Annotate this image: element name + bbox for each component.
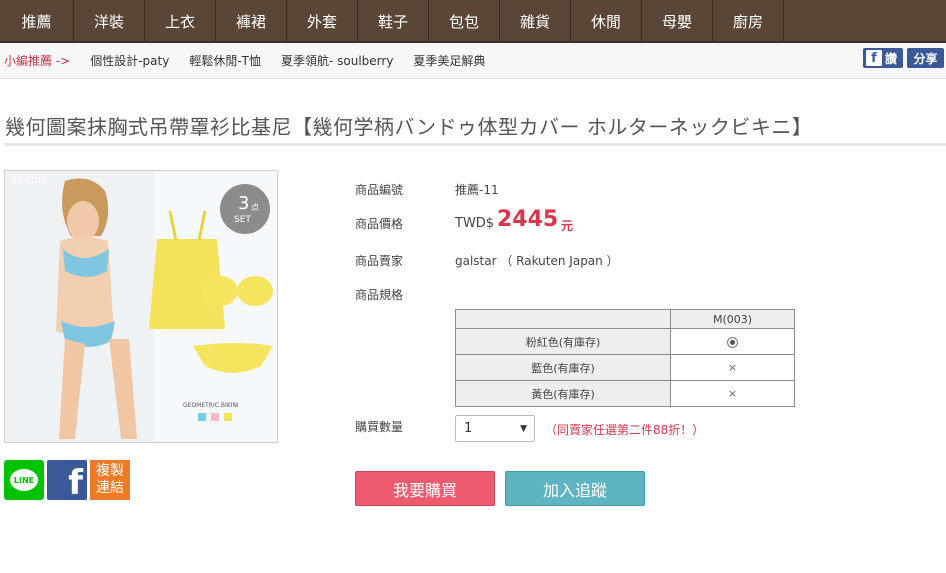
product-image[interactable]: Re:EDIT 3 点 SET GEOMETRIC BIKINI xyxy=(4,170,278,443)
option-table: M(003) 粉紅色(有庫存) 藍色(有庫存) × 黃色(有庫存) × xyxy=(455,309,795,407)
quantity-value: 1 xyxy=(464,421,473,436)
facebook-like-label: 讚 xyxy=(885,51,898,66)
add-to-watchlist-button[interactable]: 加入追蹤 xyxy=(505,471,645,506)
editor-pick-link[interactable]: 夏季領航- soulberry xyxy=(281,52,393,69)
brand-logo: Re:EDIT xyxy=(11,176,47,186)
nav-item-pants-skirts[interactable]: 褲裙 xyxy=(216,0,287,43)
unavailable-mark: × xyxy=(670,380,795,407)
title-divider xyxy=(5,143,946,146)
product-code-label: 商品編號 xyxy=(355,183,404,197)
nav-item-leisure[interactable]: 休閒 xyxy=(571,0,642,43)
color-option-label: 藍色(有庫存) xyxy=(455,354,671,381)
facebook-buttons: f 讚 分享 xyxy=(863,48,944,68)
facebook-like-button[interactable]: f 讚 xyxy=(863,48,903,68)
social-share-row: LINE f 複製 連結 xyxy=(4,460,130,500)
seller-label: 商品賣家 xyxy=(355,254,404,268)
editor-pick-link[interactable]: 輕鬆休閒-T恤 xyxy=(189,52,261,69)
price-unit: 元 xyxy=(561,219,574,233)
editor-pick-link[interactable]: 個性設計-paty xyxy=(90,52,169,69)
table-row: 粉紅色(有庫存) xyxy=(455,328,795,355)
dropdown-arrow-icon: ▼ xyxy=(520,424,527,434)
editor-picks-label: 小編推薦 -> xyxy=(4,54,71,68)
nav-item-goods[interactable]: 雜貨 xyxy=(500,0,571,43)
nav-item-shoes[interactable]: 鞋子 xyxy=(358,0,429,43)
nav-item-mother-baby[interactable]: 母嬰 xyxy=(642,0,713,43)
product-code-value: 推薦-11 xyxy=(455,183,499,197)
nav-item-outerwear[interactable]: 外套 xyxy=(287,0,358,43)
table-row: 藍色(有庫存) × xyxy=(455,354,795,381)
set-badge-number: 3 xyxy=(238,193,249,214)
top-nav: 推薦 洋裝 上衣 褲裙 外套 鞋子 包包 雜貨 休閒 母嬰 廚房 xyxy=(0,0,946,43)
price-value: 2445 xyxy=(497,207,559,232)
option-cell[interactable] xyxy=(670,328,795,355)
promo-text: （同賣家任選第二件88折！） xyxy=(545,423,705,437)
line-share-button[interactable]: LINE xyxy=(4,460,44,500)
size-column-header: M(003) xyxy=(670,309,795,329)
facebook-share-icon[interactable]: f xyxy=(47,460,87,500)
selected-radio-icon[interactable] xyxy=(727,336,738,348)
spec-label: 商品規格 xyxy=(355,288,404,302)
color-option-label: 粉紅色(有庫存) xyxy=(455,328,671,355)
seller-value[interactable]: galstar （ Rakuten Japan ） xyxy=(455,252,619,269)
facebook-share-button[interactable]: 分享 xyxy=(907,48,944,68)
set-badge-unit: 点 xyxy=(251,203,259,212)
set-badge-label: SET xyxy=(234,215,251,225)
option-table-corner xyxy=(455,309,671,329)
product-title: 幾何圖案抹胸式吊帶罩衫比基尼【幾何学柄バンドゥ体型カバー ホルターネックビキニ】 xyxy=(5,115,813,139)
price-currency: TWD$ xyxy=(455,216,495,231)
nav-item-kitchen[interactable]: 廚房 xyxy=(713,0,784,43)
copy-link-label-2: 連結 xyxy=(96,480,124,496)
nav-item-bags[interactable]: 包包 xyxy=(429,0,500,43)
nav-item-tops[interactable]: 上衣 xyxy=(145,0,216,43)
unavailable-mark: × xyxy=(670,354,795,381)
quantity-label: 購買數量 xyxy=(355,420,404,434)
nav-item-dresses[interactable]: 洋裝 xyxy=(74,0,145,43)
quantity-select[interactable]: 1 ▼ xyxy=(455,415,535,442)
buy-now-button[interactable]: 我要購買 xyxy=(355,471,495,506)
color-option-label: 黃色(有庫存) xyxy=(455,380,671,407)
price-label: 商品價格 xyxy=(355,217,404,231)
line-icon: LINE xyxy=(10,469,38,491)
product-photo: Re:EDIT 3 点 SET GEOMETRIC BIKINI xyxy=(5,171,277,442)
copy-link-label-1: 複製 xyxy=(96,463,124,479)
nav-item-recommend[interactable]: 推薦 xyxy=(0,0,74,43)
table-row: 黃色(有庫存) × xyxy=(455,380,795,407)
facebook-icon: f xyxy=(866,50,882,66)
copy-link-button[interactable]: 複製 連結 xyxy=(90,460,130,500)
image-caption: GEOMETRIC BIKINI xyxy=(183,402,239,409)
editor-picks-bar: 小編推薦 -> 個性設計-paty 輕鬆休閒-T恤 夏季領航- soulberr… xyxy=(0,43,946,79)
editor-pick-link[interactable]: 夏季美足解典 xyxy=(413,52,485,69)
